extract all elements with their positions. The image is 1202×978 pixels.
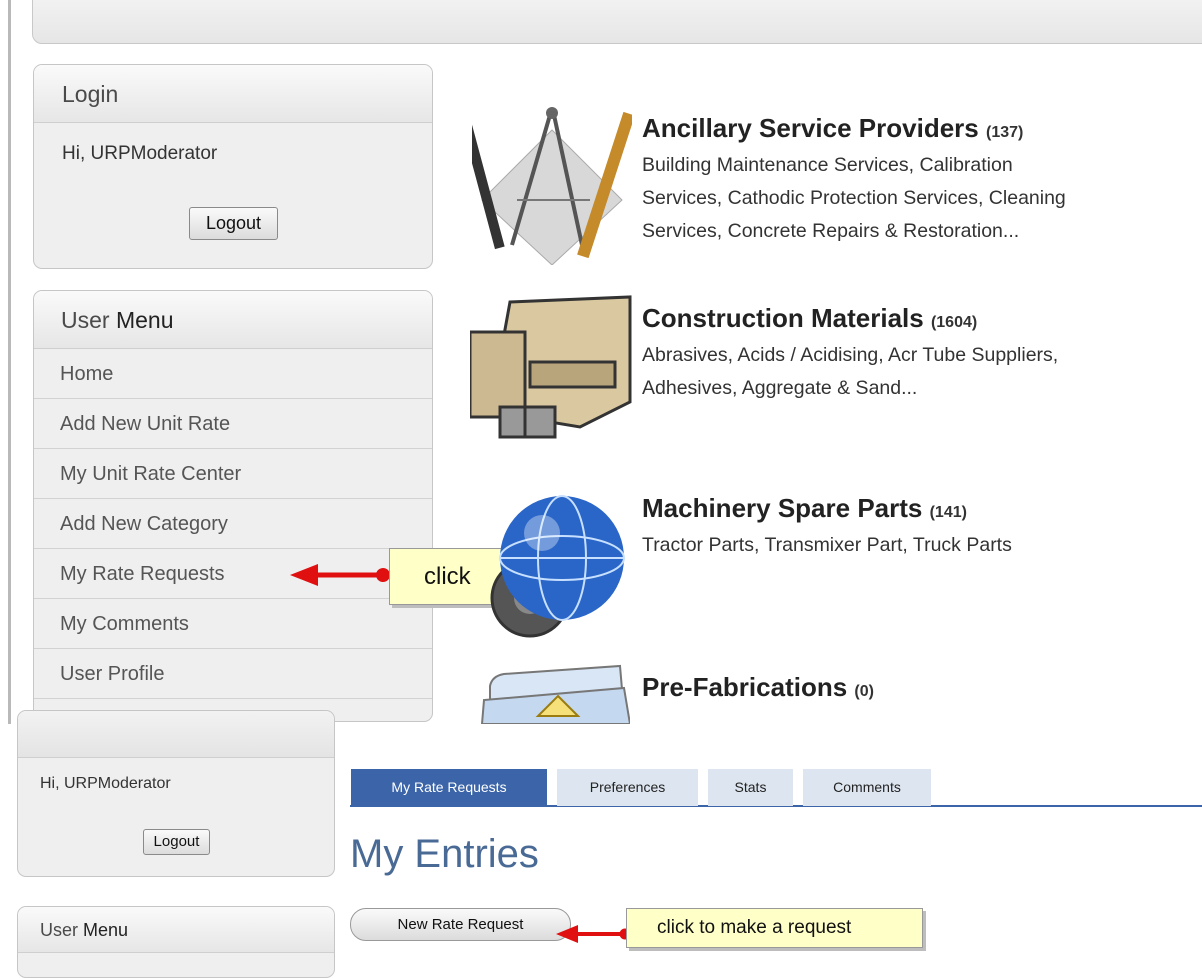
user-menu-title-prefix: User bbox=[61, 307, 116, 333]
category-desc-line: Tractor Parts, Transmixer Part, Truck Pa… bbox=[642, 534, 1012, 556]
page-title: My Entries bbox=[350, 832, 539, 876]
category-title-link[interactable]: Ancillary Service Providers bbox=[642, 113, 979, 143]
bottom-screenshot-panel: Hi, URPModerator Logout User Menu My Rat… bbox=[0, 710, 1202, 978]
category-machinery-spare-parts: Machinery Spare Parts (141) Tractor Part… bbox=[642, 493, 1202, 562]
globe-gear-icon bbox=[490, 495, 625, 638]
category-pre-fabrications: Pre-Fabrications (0) bbox=[642, 672, 1202, 708]
category-desc-line: Services, Concrete Repairs & Restoration… bbox=[642, 220, 1020, 242]
category-ancillary-service-providers: Ancillary Service Providers (137) Buildi… bbox=[642, 113, 1202, 248]
header-banner bbox=[32, 0, 1202, 44]
category-count: (137) bbox=[985, 124, 1024, 141]
drafting-tools-icon bbox=[472, 107, 632, 265]
menu-item-my-comments[interactable]: My Comments bbox=[34, 599, 432, 649]
category-count: (1604) bbox=[930, 314, 978, 331]
login-box: Login Hi, URPModerator Logout bbox=[33, 64, 433, 269]
login-greeting: Hi, URPModerator bbox=[62, 143, 218, 164]
tab-my-rate-requests[interactable]: My Rate Requests bbox=[351, 769, 547, 806]
user-menu-title-suffix: Menu bbox=[83, 920, 129, 940]
login-greeting: Hi, URPModerator bbox=[40, 775, 171, 792]
category-desc-line: Abrasives, Acids / Acidising, Acr Tube S… bbox=[642, 344, 1059, 366]
tab-stats[interactable]: Stats bbox=[708, 769, 793, 806]
user-menu-box-compact: User Menu bbox=[17, 906, 335, 978]
folder-icon bbox=[480, 664, 630, 724]
red-arrow-icon bbox=[556, 925, 631, 943]
menu-item-home[interactable]: Home bbox=[34, 349, 432, 399]
user-menu-title-prefix: User bbox=[40, 920, 84, 940]
category-title-line: Pre-Fabrications (0) bbox=[642, 672, 1202, 708]
red-arrow-icon bbox=[290, 564, 390, 586]
new-rate-request-button[interactable]: New Rate Request bbox=[350, 908, 571, 941]
menu-item-add-new-unit-rate[interactable]: Add New Unit Rate bbox=[34, 399, 432, 449]
login-box-compact: Hi, URPModerator Logout bbox=[17, 710, 335, 877]
logout-button[interactable]: Logout bbox=[143, 829, 210, 855]
category-title-line: Construction Materials (1604) bbox=[642, 303, 1202, 339]
category-title-line: Machinery Spare Parts (141) bbox=[642, 493, 1202, 529]
login-box-title: Login bbox=[34, 65, 432, 123]
category-count: (141) bbox=[929, 504, 967, 521]
steel-beams-icon bbox=[470, 295, 632, 439]
menu-item-user-profile[interactable]: User Profile bbox=[34, 649, 432, 699]
page-left-border bbox=[8, 0, 11, 724]
category-desc-line: Building Maintenance Services, Calibrati… bbox=[642, 154, 1013, 176]
top-screenshot-panel: Login Hi, URPModerator Logout User Menu … bbox=[0, 0, 1202, 724]
user-menu-title: User Menu bbox=[18, 907, 334, 953]
user-menu-title: User Menu bbox=[34, 291, 432, 349]
category-count: (0) bbox=[854, 683, 874, 700]
user-menu-box: User Menu Home Add New Unit Rate My Unit… bbox=[33, 290, 433, 722]
tab-comments[interactable]: Comments bbox=[803, 769, 931, 806]
menu-item-my-unit-rate-center[interactable]: My Unit Rate Center bbox=[34, 449, 432, 499]
category-desc-line: Adhesives, Aggregate & Sand... bbox=[642, 377, 918, 399]
category-title-link[interactable]: Construction Materials bbox=[642, 303, 924, 333]
menu-item-add-new-category[interactable]: Add New Category bbox=[34, 499, 432, 549]
category-title-link[interactable]: Pre-Fabrications bbox=[642, 672, 847, 702]
tab-preferences[interactable]: Preferences bbox=[557, 769, 698, 806]
category-title-line: Ancillary Service Providers (137) bbox=[642, 113, 1202, 149]
category-construction-materials: Construction Materials (1604) Abrasives,… bbox=[642, 303, 1202, 405]
user-menu-list: Home Add New Unit Rate My Unit Rate Cent… bbox=[34, 349, 432, 699]
category-title-link[interactable]: Machinery Spare Parts bbox=[642, 493, 922, 523]
user-menu-title-suffix: Menu bbox=[115, 307, 174, 333]
make-request-callout: click to make a request bbox=[626, 908, 923, 948]
logout-button[interactable]: Logout bbox=[189, 207, 278, 240]
login-box-head-strip bbox=[18, 711, 334, 758]
category-desc-line: Services, Cathodic Protection Services, … bbox=[642, 187, 1066, 209]
